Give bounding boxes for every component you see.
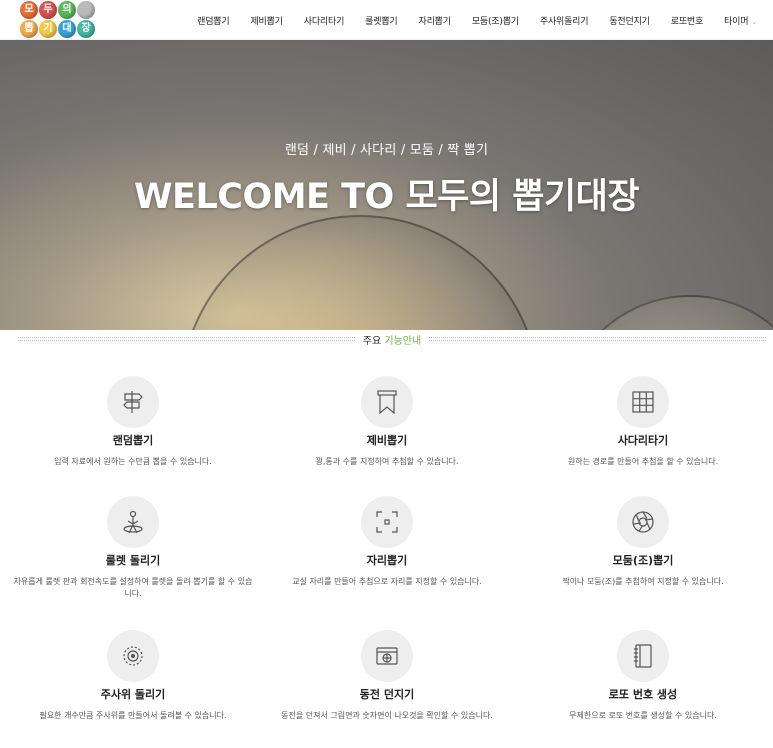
feature-lottery-draw[interactable]: 제비뽑기 꽝,통과 수를 지정하여 추첨할 수 있습니다. (262, 376, 512, 468)
hero-bubble-image (180, 215, 540, 330)
feature-title: 모둠(조)뽑기 (612, 554, 674, 567)
feature-random-pick[interactable]: 랜덤뽑기 입력 자료에서 원하는 수만큼 뽑을 수 있습니다. (8, 376, 258, 468)
feature-lotto[interactable]: 로또 번호 생성 무제한으로 로또 번호를 생성할 수 있습니다. (518, 630, 768, 722)
nav-roulette[interactable]: 룰렛뽑기 (365, 14, 398, 27)
logo-ball: 뽑 (20, 20, 38, 38)
divider (429, 337, 766, 341)
feature-desc: 교실 자리를 만들어 추첨으로 자리를 지정할 수 있습니다. (292, 577, 482, 586)
section-title: 주요 기능안내 (355, 332, 429, 347)
seat-frame-icon (361, 496, 413, 548)
feature-ladder[interactable]: 사다리타기 원하는 경로를 만들어 추첨을 할 수 있습니다. (518, 376, 768, 468)
logo-ball: 의 (58, 1, 76, 19)
feature-desc: 원하는 경로를 만들어 추첨을 할 수 있습니다. (567, 457, 719, 466)
feature-desc: 자유롭게 룰렛 판과 회전속도를 설정하여 룰렛을 돌려 뽑기를 할 수 있습니… (13, 577, 253, 598)
divider (18, 337, 355, 341)
feature-desc: 필요한 개수만큼 주사위를 만들어서 돌려볼 수 있습니다. (39, 711, 227, 720)
feature-seat-pick[interactable]: 자리뽑기 교실 자리를 만들어 추첨으로 자리를 지정할 수 있습니다. (262, 496, 512, 588)
main-nav: 랜덤뽑기 제비뽑기 사다리타기 룰렛뽑기 자리뽑기 모둠(조)뽑기 주사위돌리기… (176, 0, 757, 40)
roulette-icon (107, 496, 159, 548)
section-header: 주요 기능안내 (18, 331, 766, 347)
nav-lottery-draw[interactable]: 제비뽑기 (250, 14, 283, 27)
feature-desc: 입력 자료에서 원하는 수만큼 뽑을 수 있습니다. (54, 457, 212, 466)
feature-desc: 무제한으로 로또 번호를 생성할 수 있습니다. (569, 711, 717, 720)
logo-ball: 두 (39, 1, 57, 19)
logo-ball (77, 1, 95, 19)
nav-group-pick[interactable]: 모둠(조)뽑기 (472, 14, 519, 27)
logo-ball: 대 (58, 20, 76, 38)
feature-dice[interactable]: 주사위 돌리기 필요한 개수만큼 주사위를 만들어서 돌려볼 수 있습니다. (8, 630, 258, 722)
coin-fan-icon (361, 630, 413, 682)
feature-title: 자리뽑기 (366, 554, 408, 567)
aperture-icon (617, 496, 669, 548)
nav-timer-label: 타이머 (724, 16, 749, 27)
hero-banner: 랜덤 / 제비 / 사다리 / 모둠 / 짝 뽑기 WELCOME TO 모두의… (0, 40, 773, 330)
notebook-icon (617, 630, 669, 682)
feature-desc: 꽝,통과 수를 지정하여 추첨할 수 있습니다. (315, 457, 459, 466)
hero-subtitle: 랜덤 / 제비 / 사다리 / 모둠 / 짝 뽑기 (284, 143, 489, 158)
hero-title: WELCOME TO 모두의 뽑기대장 (133, 177, 640, 217)
logo-ball: 장 (77, 20, 95, 38)
feature-title: 동전 던지기 (359, 688, 415, 701)
nav-lotto[interactable]: 로또번호 (671, 14, 704, 27)
nav-seat-pick[interactable]: 자리뽑기 (419, 14, 452, 27)
top-header: 모 두 의 뽑 기 대 장 랜덤뽑기 제비뽑기 사다리타기 룰렛뽑기 자리뽑기 … (0, 0, 773, 40)
signpost-icon (107, 376, 159, 428)
nav-dice[interactable]: 주사위돌리기 (540, 14, 589, 27)
feature-roulette[interactable]: 룰렛 돌리기 자유롭게 룰렛 판과 회전속도를 설정하여 룰렛을 돌려 뽑기를 … (8, 496, 258, 600)
feature-title: 사다리타기 (617, 434, 669, 447)
bookmark-icon (361, 376, 413, 428)
hero-bubble-image (560, 295, 773, 330)
feature-title: 룰렛 돌리기 (105, 554, 161, 567)
chevron-down-icon: ⌄ (751, 17, 757, 26)
feature-coin-toss[interactable]: 동전 던지기 동전을 던져서 그림면과 숫자면이 나오것을 확인할 수 있습니다… (262, 630, 512, 722)
feature-title: 랜덤뽑기 (112, 434, 154, 447)
feature-title: 주사위 돌리기 (100, 688, 166, 701)
grid-icon (617, 376, 669, 428)
nav-timer-dropdown[interactable]: 타이머 ⌄ (724, 14, 757, 27)
feature-title: 로또 번호 생성 (608, 688, 678, 701)
logo-ball: 기 (39, 20, 57, 38)
section-title-plain: 주요 (362, 335, 385, 347)
nav-random-pick[interactable]: 랜덤뽑기 (197, 14, 230, 27)
site-logo[interactable]: 모 두 의 뽑 기 대 장 (18, 0, 98, 40)
nav-coin-toss[interactable]: 동전던지기 (609, 14, 650, 27)
dice-target-icon (107, 630, 159, 682)
feature-desc: 동전을 던져서 그림면과 숫자면이 나오것을 확인할 수 있습니다. (281, 711, 493, 720)
nav-ladder[interactable]: 사다리타기 (304, 14, 345, 27)
logo-ball: 모 (20, 1, 38, 19)
feature-desc: 짝이나 모둠(조)를 추첨하여 지정할 수 있습니다. (562, 577, 724, 586)
section-title-highlight: 기능안내 (384, 335, 422, 347)
feature-title: 제비뽑기 (366, 434, 408, 447)
feature-group-pick[interactable]: 모둠(조)뽑기 짝이나 모둠(조)를 추첨하여 지정할 수 있습니다. (518, 496, 768, 588)
